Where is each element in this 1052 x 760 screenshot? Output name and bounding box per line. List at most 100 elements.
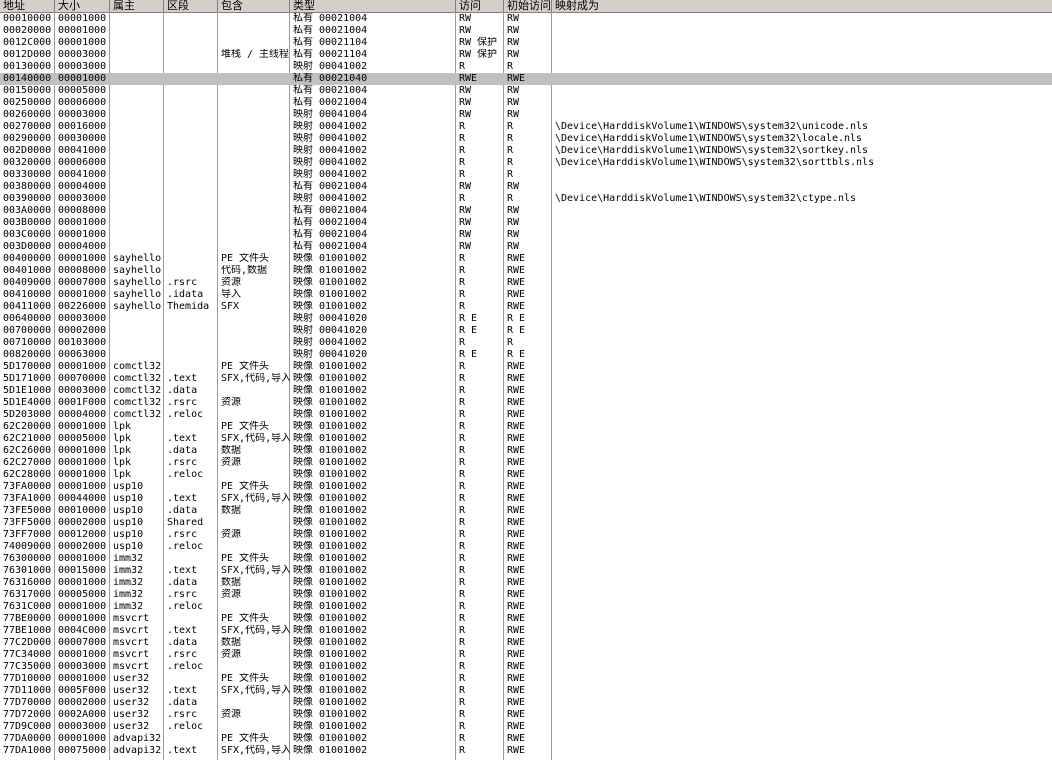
col-header-mapped-as[interactable]: 映射成为 [552, 0, 1052, 12]
table-row[interactable]: 77D10000 00001000 user32 PE 文件头 映像 01001002 R… [0, 673, 1052, 685]
table-row[interactable]: 5D1E4000 0001F000 comctl32 .rsrc 资源 映像 010010… [0, 397, 1052, 409]
table-row[interactable]: 77BE0000 00001000 msvcrt PE 文件头 映像 01001002 R… [0, 613, 1052, 625]
cell-access: R [459, 193, 466, 204]
cell-initial-access: RWE [507, 565, 526, 576]
table-row[interactable]: 5D170000 00001000 comctl32 PE 文件头 映像 0100100… [0, 361, 1052, 373]
table-row[interactable]: 5D203000 00004000 comctl32 .reloc 映像 0100100… [0, 409, 1052, 421]
table-row[interactable]: 0012D000 00003000 堆栈 / 主线程 私有 00021104 RW 保护… [0, 49, 1052, 61]
table-row[interactable]: 00700000 00002000 映射 00041020 R E R E [0, 325, 1052, 337]
table-row[interactable]: 00410000 00001000 sayhello .idata 导入 映像 01001… [0, 289, 1052, 301]
table-row[interactable]: 62C21000 00005000 lpk .text SFX,代码,导入 映像 0100… [0, 433, 1052, 445]
cell-contains: 资源 [221, 397, 241, 408]
table-row[interactable]: 73FF7000 00012000 usp10 .rsrc 资源 映像 01001002 R… [0, 529, 1052, 541]
cell-address: 5D170000 [3, 361, 52, 372]
table-row[interactable]: 73FA0000 00001000 usp10 PE 文件头 映像 01001002 R R… [0, 481, 1052, 493]
cell-owner: imm32 [113, 589, 144, 600]
table-row[interactable]: 003D0000 00004000 私有 00021004 RW RW [0, 241, 1052, 253]
cell-type: 映射 00041002 [293, 157, 368, 168]
cell-access: R [459, 613, 466, 624]
cell-access: R [459, 469, 466, 480]
table-row[interactable]: 77D70000 00002000 user32 .data 映像 01001002 R R… [0, 697, 1052, 709]
table-row[interactable]: 00290000 00030000 映射 00041002 R R \Device\Har… [0, 133, 1052, 145]
cell-address: 00401000 [3, 265, 52, 276]
table-row[interactable]: 77C35000 00003000 msvcrt .reloc 映像 01001002 R… [0, 661, 1052, 673]
cell-type: 映像 01001002 [293, 577, 368, 588]
table-row[interactable]: 0012C000 00001000 私有 00021104 RW 保护 RW [0, 37, 1052, 49]
table-row[interactable]: 62C27000 00001000 lpk .rsrc 资源 映像 01001002 R RW… [0, 457, 1052, 469]
cell-initial-access: R [507, 61, 514, 72]
cell-initial-access: R E [507, 349, 526, 360]
cell-address: 002D0000 [3, 145, 52, 156]
table-row[interactable]: 00270000 00016000 映射 00041002 R R \Device\Har… [0, 121, 1052, 133]
table-row[interactable]: 00320000 00006000 映射 00041002 R R \Device\Har… [0, 157, 1052, 169]
cell-initial-access: RW [507, 109, 520, 120]
table-row[interactable]: 62C20000 00001000 lpk PE 文件头 映像 01001002 R RWE [0, 421, 1052, 433]
table-row[interactable]: 62C28000 00001000 lpk .reloc 映像 01001002 R RWE [0, 469, 1052, 481]
table-row[interactable]: 00409000 00007000 sayhello .rsrc 资源 映像 010010… [0, 277, 1052, 289]
cell-access: R [459, 637, 466, 648]
table-row[interactable]: 00010000 00001000 私有 00021004 RW RW [0, 13, 1052, 25]
table-row[interactable]: 77BE1000 0004C000 msvcrt .text SFX,代码,导入 映像 0… [0, 625, 1052, 637]
table-row[interactable]: 76301000 00015000 imm32 .text SFX,代码,导入 映像 01… [0, 565, 1052, 577]
table-row[interactable]: 77C34000 00001000 msvcrt .rsrc 资源 映像 01001002… [0, 649, 1052, 661]
table-row[interactable]: 00411000 00226000 sayhello Themida SFX 映像 010… [0, 301, 1052, 313]
cell-access: R [459, 157, 466, 168]
table-row[interactable]: 62C26000 00001000 lpk .data 数据 映像 01001002 R RW… [0, 445, 1052, 457]
table-row[interactable]: 77D9C000 00003000 user32 .reloc 映像 01001002 R… [0, 721, 1052, 733]
cell-size: 00004000 [58, 409, 107, 420]
table-row[interactable]: 00401000 00008000 sayhello 代码,数据 映像 01001002… [0, 265, 1052, 277]
table-row[interactable]: 003A0000 00008000 私有 00021004 RW RW [0, 205, 1052, 217]
table-row[interactable]: 77DA1000 00075000 advapi32 .text SFX,代码,导入 映像… [0, 745, 1052, 757]
col-header-section[interactable]: 区段 [164, 0, 218, 12]
cell-size: 00001000 [58, 733, 107, 744]
col-header-contains[interactable]: 包含 [218, 0, 290, 12]
table-row[interactable]: 76317000 00005000 imm32 .rsrc 资源 映像 01001002 R… [0, 589, 1052, 601]
table-row[interactable]: 74009000 00002000 usp10 .reloc 映像 01001002 R R… [0, 541, 1052, 553]
table-row[interactable]: 77DA0000 00001000 advapi32 PE 文件头 映像 0100100… [0, 733, 1052, 745]
table-row[interactable]: 002D0000 00041000 映射 00041002 R R \Device\Har… [0, 145, 1052, 157]
cell-access: R [459, 145, 466, 156]
table-row[interactable]: 00260000 00003000 映射 00041004 RW RW [0, 109, 1052, 121]
table-row[interactable]: 77D11000 0005F000 user32 .text SFX,代码,导入 映像 0… [0, 685, 1052, 697]
table-row[interactable]: 00710000 00103000 映射 00041002 R R [0, 337, 1052, 349]
col-header-access[interactable]: 访问 [456, 0, 504, 12]
cell-access: R [459, 625, 466, 636]
table-row[interactable]: 73FF5000 00002000 usp10 Shared 映像 01001002 R R… [0, 517, 1052, 529]
cell-size: 00003000 [58, 49, 107, 60]
cell-type: 私有 00021104 [293, 37, 368, 48]
table-row[interactable]: 00390000 00003000 映射 00041002 R R \Device\Har… [0, 193, 1052, 205]
table-row[interactable]: 00640000 00003000 映射 00041020 R E R E [0, 313, 1052, 325]
table-row[interactable]: 77D72000 0002A000 user32 .rsrc 资源 映像 01001002… [0, 709, 1052, 721]
table-row[interactable]: 5D171000 00070000 comctl32 .text SFX,代码,导入 映像… [0, 373, 1052, 385]
col-header-initial-access[interactable]: 初始访问 [504, 0, 552, 12]
table-row[interactable]: 77C2D000 00007000 msvcrt .data 数据 映像 01001002… [0, 637, 1052, 649]
table-row[interactable]: 003B0000 00001000 私有 00021004 RW RW [0, 217, 1052, 229]
cell-contains: SFX,代码,导入 [221, 433, 290, 444]
table-row[interactable]: 00380000 00004000 私有 00021004 RW RW [0, 181, 1052, 193]
table-row[interactable]: 00130000 00003000 映射 00041002 R R [0, 61, 1052, 73]
col-header-size[interactable]: 大小 [55, 0, 110, 12]
table-row[interactable]: 00250000 00006000 私有 00021004 RW RW [0, 97, 1052, 109]
table-row[interactable]: 5D1E1000 00003000 comctl32 .data 映像 01001002… [0, 385, 1052, 397]
cell-type: 映像 01001002 [293, 517, 368, 528]
col-header-address[interactable]: 地址 [0, 0, 55, 12]
table-row[interactable]: 003C0000 00001000 私有 00021004 RW RW [0, 229, 1052, 241]
table-row[interactable]: 76316000 00001000 imm32 .data 数据 映像 01001002 R… [0, 577, 1052, 589]
cell-contains [218, 109, 290, 121]
cell-size: 00003000 [58, 193, 107, 204]
cell-section: .reloc [167, 409, 204, 420]
table-row[interactable]: 00020000 00001000 私有 00021004 RW RW [0, 25, 1052, 37]
col-header-owner[interactable]: 属主 [110, 0, 164, 12]
table-row[interactable]: 7631C000 00001000 imm32 .reloc 映像 01001002 R R… [0, 601, 1052, 613]
table-row[interactable]: 76300000 00001000 imm32 PE 文件头 映像 01001002 R R… [0, 553, 1052, 565]
table-row[interactable]: 00150000 00005000 私有 00021004 RW RW [0, 85, 1052, 97]
table-row[interactable]: 00330000 00041000 映射 00041002 R R [0, 169, 1052, 181]
col-header-type[interactable]: 类型 [290, 0, 456, 12]
table-row[interactable]: 73FE5000 00010000 usp10 .data 数据 映像 01001002 R… [0, 505, 1052, 517]
cell-size: 00010000 [58, 505, 107, 516]
table-row[interactable]: 00140000 00001000 私有 00021040 RWE RWE [0, 73, 1052, 85]
cell-type: 映射 00041004 [293, 109, 368, 120]
table-row[interactable]: 73FA1000 00044000 usp10 .text SFX,代码,导入 映像 01… [0, 493, 1052, 505]
table-row[interactable]: 00820000 00063000 映射 00041020 R E R E [0, 349, 1052, 361]
table-row[interactable]: 00400000 00001000 sayhello PE 文件头 映像 0100100… [0, 253, 1052, 265]
